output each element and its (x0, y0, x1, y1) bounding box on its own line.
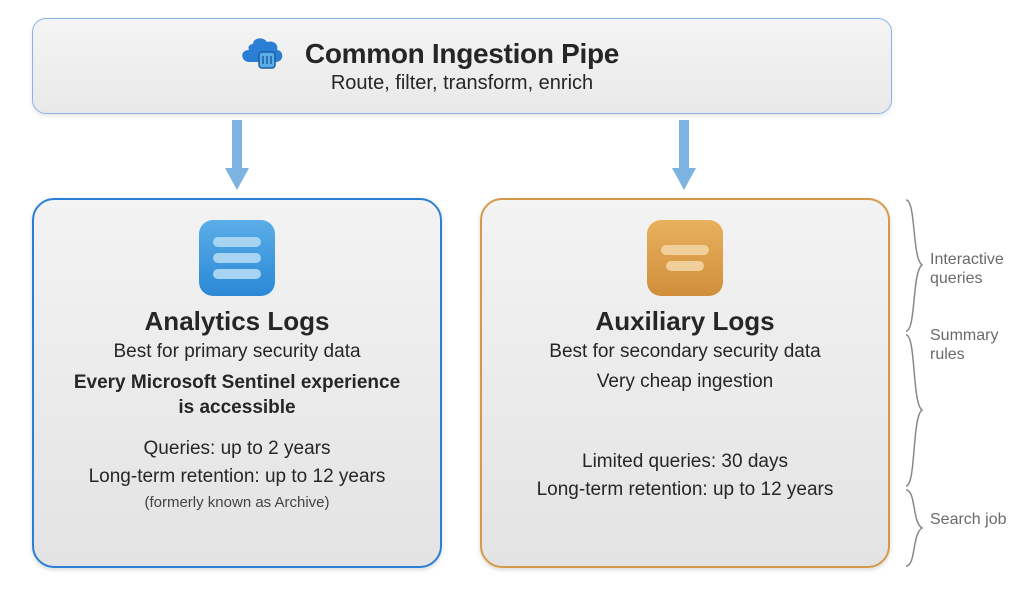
ingestion-subtitle: Route, filter, transform, enrich (305, 72, 619, 95)
auxiliary-logs-box: Auxiliary Logs Best for secondary securi… (480, 198, 890, 568)
analytics-retention-note: (formerly known as Archive) (52, 494, 422, 511)
analytics-subtitle: Best for primary security data (52, 341, 422, 363)
analytics-retention: Long-term retention: up to 12 years (52, 466, 422, 488)
auxiliary-subtitle: Best for secondary security data (500, 341, 870, 363)
arrow-to-analytics (225, 120, 249, 186)
label-interactive-queries: Interactive queries (930, 250, 1022, 288)
brace-icon (902, 333, 924, 488)
analytics-emphasis: Every Microsoft Sentinel experience is a… (52, 371, 422, 420)
auxiliary-title: Auxiliary Logs (500, 306, 870, 337)
arrow-to-auxiliary (672, 120, 696, 186)
auxiliary-retention: Long-term retention: up to 12 years (500, 479, 870, 501)
side-annotations: Interactive queries Summary rules Search… (902, 198, 1022, 568)
brace-icon (902, 198, 924, 333)
auxiliary-queries: Limited queries: 30 days (500, 451, 870, 473)
label-search-job: Search job (930, 510, 1022, 529)
analytics-queries: Queries: up to 2 years (52, 438, 422, 460)
analytics-title: Analytics Logs (52, 306, 422, 337)
analytics-icon (199, 220, 275, 296)
label-summary-rules: Summary rules (930, 326, 1022, 364)
cloud-transform-icon (235, 34, 287, 79)
brace-icon (902, 488, 924, 568)
auxiliary-cheap: Very cheap ingestion (500, 371, 870, 393)
ingestion-pipe-box: Common Ingestion Pipe Route, filter, tra… (32, 18, 892, 114)
analytics-logs-box: Analytics Logs Best for primary security… (32, 198, 442, 568)
ingestion-pipe-content: Common Ingestion Pipe Route, filter, tra… (305, 38, 619, 95)
auxiliary-icon (647, 220, 723, 296)
ingestion-title: Common Ingestion Pipe (305, 38, 619, 70)
